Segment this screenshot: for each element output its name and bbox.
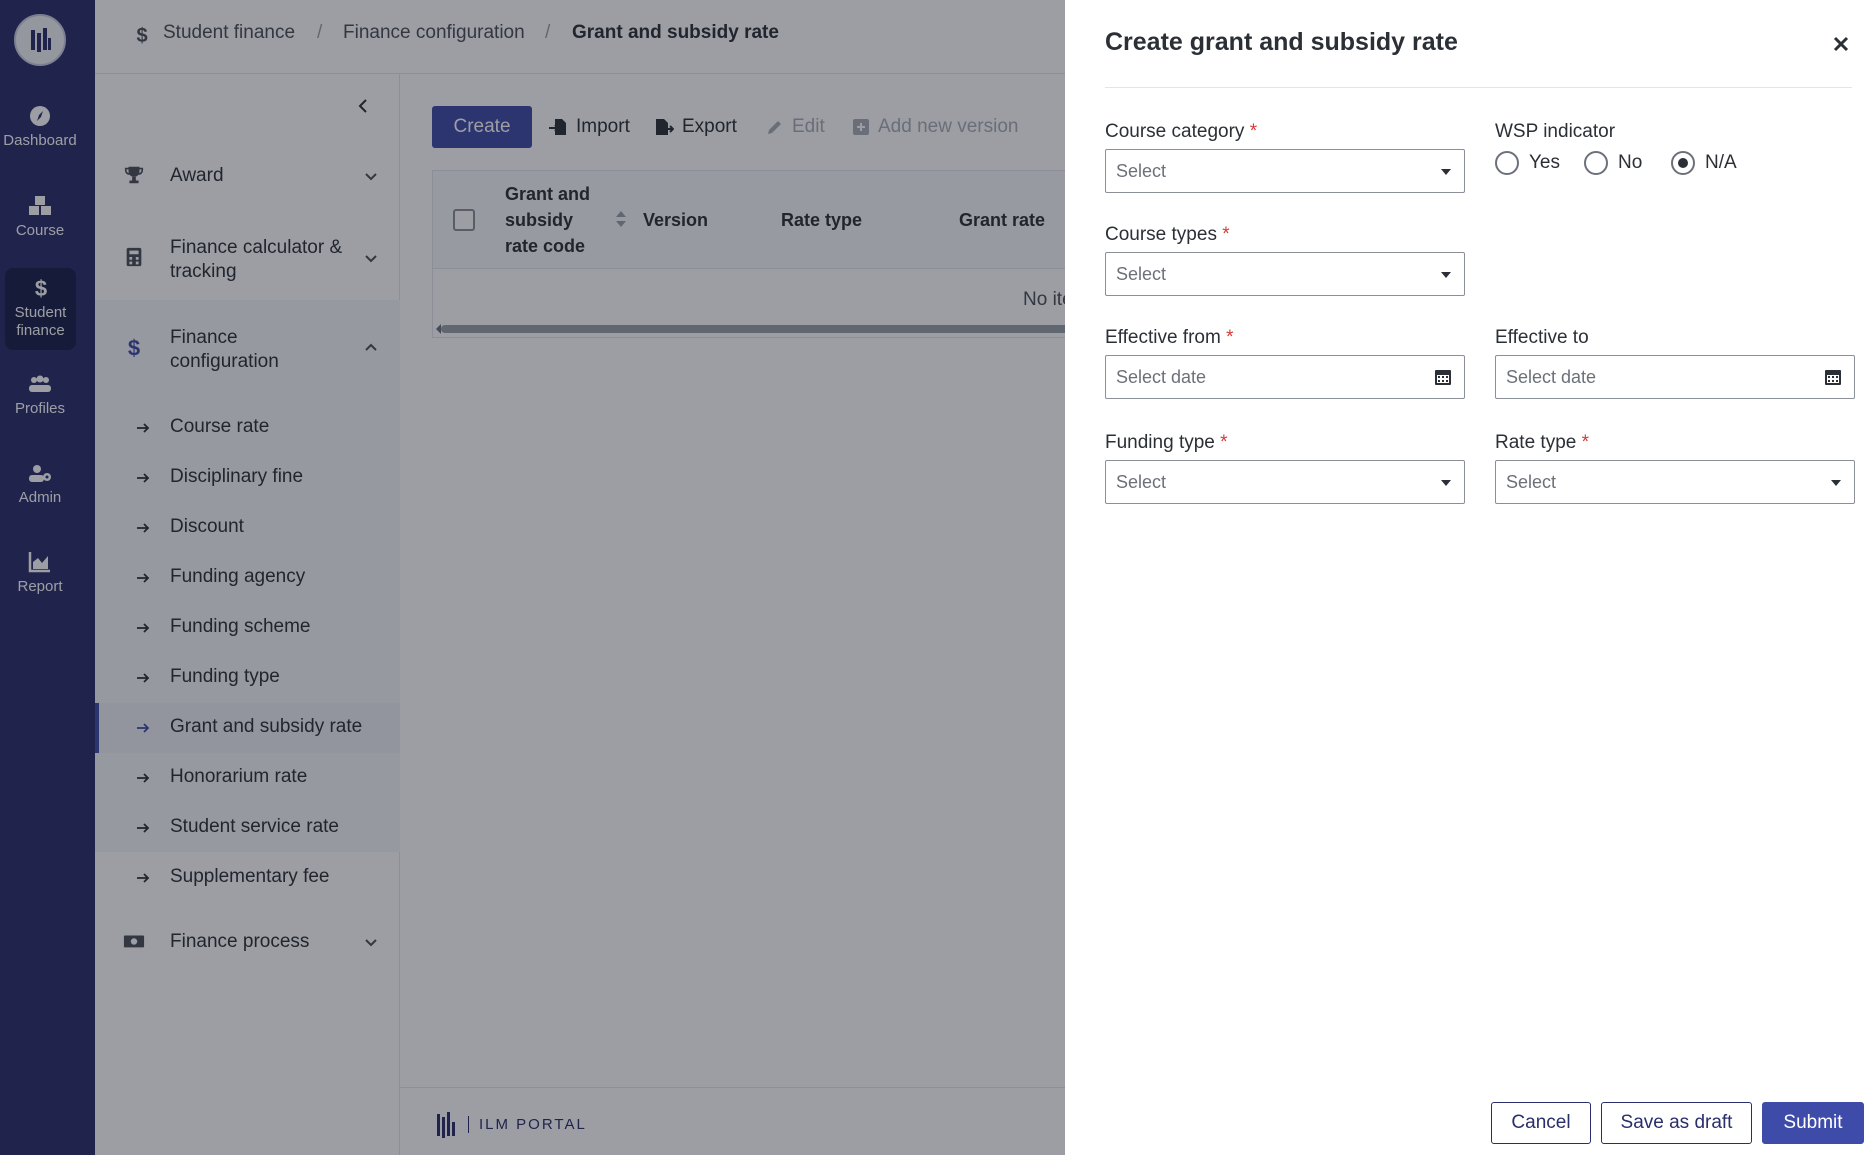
drawer-divider — [1105, 87, 1852, 88]
wsp-radio-no[interactable]: No — [1584, 151, 1642, 175]
effective-to-label: Effective to — [1495, 327, 1589, 348]
label-text: Funding type — [1105, 432, 1215, 453]
required-marker: * — [1226, 327, 1234, 348]
effective-to-date-input[interactable]: Select date — [1495, 355, 1855, 399]
caret-down-icon — [1441, 169, 1451, 175]
radio-circle-selected — [1671, 151, 1695, 175]
course-types-label: Course types * — [1105, 224, 1230, 246]
drawer-title: Create grant and subsidy rate — [1105, 28, 1458, 56]
required-marker: * — [1581, 432, 1590, 453]
radio-label: Yes — [1529, 152, 1560, 173]
select-placeholder: Select — [1116, 161, 1167, 181]
course-category-label: Course category * — [1105, 121, 1257, 143]
caret-down-icon — [1441, 480, 1451, 486]
label-text: Course types — [1105, 224, 1217, 245]
required-marker: * — [1249, 121, 1258, 142]
create-drawer: Create grant and subsidy rate Course cat… — [1065, 0, 1875, 1155]
caret-down-icon — [1831, 480, 1841, 486]
submit-button[interactable]: Submit — [1762, 1102, 1864, 1144]
calendar-icon[interactable] — [1822, 366, 1844, 388]
label-text: Rate type — [1495, 432, 1577, 453]
course-category-select[interactable]: Select — [1105, 149, 1465, 193]
radio-circle — [1584, 151, 1608, 175]
course-types-select[interactable]: Select — [1105, 252, 1465, 296]
select-placeholder: Select — [1116, 264, 1167, 284]
label-text: Effective from — [1105, 327, 1221, 348]
close-icon[interactable] — [1831, 34, 1851, 54]
required-marker: * — [1220, 432, 1228, 453]
required-marker: * — [1222, 224, 1230, 245]
funding-type-select[interactable]: Select — [1105, 460, 1465, 504]
wsp-indicator-label: WSP indicator — [1495, 121, 1616, 142]
rate-type-label: Rate type * — [1495, 432, 1589, 454]
funding-type-label: Funding type * — [1105, 432, 1228, 454]
date-placeholder: Select date — [1506, 367, 1597, 387]
radio-circle — [1495, 151, 1519, 175]
caret-down-icon — [1441, 272, 1451, 278]
radio-label: No — [1618, 152, 1643, 173]
cancel-button[interactable]: Cancel — [1491, 1102, 1591, 1144]
effective-from-date-input[interactable]: Select date — [1105, 355, 1465, 399]
modal-backdrop[interactable] — [0, 0, 1065, 1155]
label-text: Course category — [1105, 121, 1245, 142]
radio-label: N/A — [1705, 152, 1737, 173]
wsp-radio-yes[interactable]: Yes — [1495, 151, 1560, 175]
date-placeholder: Select date — [1116, 367, 1207, 387]
save-as-draft-button[interactable]: Save as draft — [1601, 1102, 1752, 1144]
wsp-radio-na[interactable]: N/A — [1671, 151, 1737, 175]
select-placeholder: Select — [1116, 472, 1167, 492]
calendar-icon[interactable] — [1432, 366, 1454, 388]
rate-type-select[interactable]: Select — [1495, 460, 1855, 504]
select-placeholder: Select — [1506, 472, 1557, 492]
effective-from-label: Effective from * — [1105, 327, 1234, 349]
